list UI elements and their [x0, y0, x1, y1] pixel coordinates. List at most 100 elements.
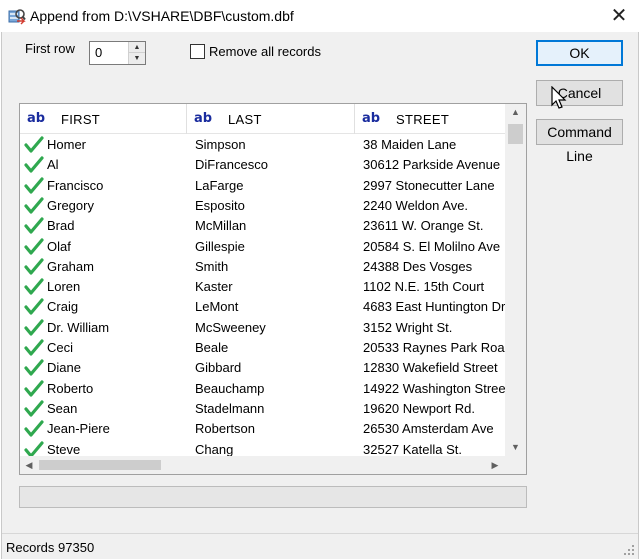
cell-street[interactable]: 20533 Raynes Park Road	[363, 338, 505, 358]
cell-last[interactable]: Esposito	[195, 196, 353, 216]
cell-street[interactable]: 4683 East Huntington Dr	[363, 297, 505, 317]
check-icon	[24, 197, 44, 214]
first-name-value: Al	[47, 157, 59, 173]
cell-last[interactable]: LaFarge	[195, 176, 353, 196]
column-header-street[interactable]: ab STREET	[355, 104, 505, 134]
status-bar: Records 97350	[2, 533, 638, 559]
table-row[interactable]: Graham Smith 24388 Des Vosges	[20, 257, 505, 277]
cell-street[interactable]: 24388 Des Vosges	[363, 257, 505, 277]
cell-last[interactable]: McMillan	[195, 216, 353, 236]
check-icon	[24, 258, 44, 275]
cell-first[interactable]: Jean-Piere	[20, 419, 187, 439]
cell-street[interactable]: 2997 Stonecutter Lane	[363, 176, 505, 196]
table-row[interactable]: Roberto Beauchamp 14922 Washington Street	[20, 379, 505, 399]
table-row[interactable]: Al DiFrancesco 30612 Parkside Avenue	[20, 155, 505, 175]
cell-first[interactable]: Gregory	[20, 196, 187, 216]
scroll-left-icon[interactable]: ◀	[20, 456, 38, 474]
table-row[interactable]: Homer Simpson 38 Maiden Lane	[20, 135, 505, 155]
check-icon	[24, 278, 44, 295]
cell-street[interactable]: 1102 N.E. 15th Court	[363, 277, 505, 297]
cell-first[interactable]: Graham	[20, 257, 187, 277]
cell-street[interactable]: 3152 Wright St.	[363, 318, 505, 338]
first-name-value: Brad	[47, 218, 75, 234]
vertical-scroll-thumb[interactable]	[508, 124, 523, 144]
cell-first[interactable]: Roberto	[20, 379, 187, 399]
cell-street[interactable]: 12830 Wakefield Street	[363, 358, 505, 378]
stepper-down-icon[interactable]: ▼	[129, 53, 145, 64]
first-name-value: Francisco	[47, 177, 104, 193]
cell-last[interactable]: Robertson	[195, 419, 353, 439]
dialog-body: First row 0 ▲ ▼ Remove all records OK Ca…	[1, 32, 639, 559]
cell-first[interactable]: Homer	[20, 135, 187, 155]
cell-last[interactable]: Stadelmann	[195, 399, 353, 419]
cell-last[interactable]: Beauchamp	[195, 379, 353, 399]
cell-street[interactable]: 20584 S. El Molilno Ave	[363, 237, 505, 257]
vertical-scrollbar[interactable]: ▲ ▼	[505, 104, 526, 456]
resize-grip-icon[interactable]	[623, 544, 635, 556]
cell-first[interactable]: Sean	[20, 399, 187, 419]
table-row[interactable]: Dr. William McSweeney 3152 Wright St.	[20, 318, 505, 338]
cell-first[interactable]: Olaf	[20, 237, 187, 257]
cell-first[interactable]: Brad	[20, 216, 187, 236]
cell-first[interactable]: Loren	[20, 277, 187, 297]
table-row[interactable]: Olaf Gillespie 20584 S. El Molilno Ave	[20, 237, 505, 257]
check-icon	[24, 359, 44, 376]
horizontal-scroll-thumb[interactable]	[39, 460, 161, 470]
cell-first[interactable]: Al	[20, 155, 187, 175]
cell-last[interactable]: Smith	[195, 257, 353, 277]
table-row[interactable]: Diane Gibbard 12830 Wakefield Street	[20, 358, 505, 378]
first-row-value[interactable]: 0	[95, 45, 102, 60]
table-row[interactable]: Craig LeMont 4683 East Huntington Dr	[20, 297, 505, 317]
first-row-stepper[interactable]: 0 ▲ ▼	[89, 41, 146, 65]
check-icon	[24, 156, 44, 173]
cell-street[interactable]: 38 Maiden Lane	[363, 135, 505, 155]
cell-last[interactable]: Gillespie	[195, 237, 353, 257]
cancel-button[interactable]: Cancel	[536, 80, 623, 106]
scroll-down-icon[interactable]: ▼	[505, 439, 526, 456]
scroll-up-icon[interactable]: ▲	[505, 104, 526, 121]
cell-street[interactable]: 2240 Weldon Ave.	[363, 196, 505, 216]
cell-street[interactable]: 23611 W. Orange St.	[363, 216, 505, 236]
table-row[interactable]: Sean Stadelmann 19620 Newport Rd.	[20, 399, 505, 419]
column-header-last[interactable]: ab LAST	[187, 104, 355, 134]
cell-first[interactable]: Francisco	[20, 176, 187, 196]
table-row[interactable]: Loren Kaster 1102 N.E. 15th Court	[20, 277, 505, 297]
table-row[interactable]: Gregory Esposito 2240 Weldon Ave.	[20, 196, 505, 216]
table-row[interactable]: Ceci Beale 20533 Raynes Park Road	[20, 338, 505, 358]
table-row[interactable]: Francisco LaFarge 2997 Stonecutter Lane	[20, 176, 505, 196]
close-icon[interactable]: ✕	[604, 3, 634, 29]
grid-header: ab FIRST ab LAST ab STREET	[20, 104, 505, 134]
cell-street[interactable]: 19620 Newport Rd.	[363, 399, 505, 419]
cell-first[interactable]: Ceci	[20, 338, 187, 358]
table-row[interactable]: Brad McMillan 23611 W. Orange St.	[20, 216, 505, 236]
first-name-value: Diane	[47, 360, 81, 376]
check-icon	[24, 217, 44, 234]
cell-last[interactable]: Gibbard	[195, 358, 353, 378]
cell-street[interactable]: 30612 Parkside Avenue	[363, 155, 505, 175]
scroll-right-icon[interactable]: ▶	[486, 456, 504, 474]
cell-last[interactable]: LeMont	[195, 297, 353, 317]
check-icon	[24, 379, 44, 397]
horizontal-scrollbar[interactable]: ◀ ▶	[20, 456, 505, 474]
first-name-value: Craig	[47, 299, 79, 315]
cell-first[interactable]: Diane	[20, 358, 187, 378]
cell-first[interactable]: Craig	[20, 297, 187, 317]
ok-button[interactable]: OK	[536, 40, 623, 66]
cell-street[interactable]: 14922 Washington Street	[363, 379, 505, 399]
first-name-value: Graham	[47, 258, 94, 274]
cell-last[interactable]: Kaster	[195, 277, 353, 297]
cell-last[interactable]: McSweeney	[195, 318, 353, 338]
remove-all-label[interactable]: Remove all records	[209, 44, 321, 59]
records-grid[interactable]: ab FIRST ab LAST ab STREET Homer Simpson 3…	[19, 103, 527, 475]
cell-last[interactable]: Simpson	[195, 135, 353, 155]
table-row[interactable]: Jean-Piere Robertson 26530 Amsterdam Ave	[20, 419, 505, 439]
cell-first[interactable]: Dr. William	[20, 318, 187, 338]
stepper-up-icon[interactable]: ▲	[129, 42, 145, 53]
column-header-first[interactable]: ab FIRST	[20, 104, 187, 134]
command-line-button[interactable]: Command Line	[536, 119, 623, 164]
first-name-value: Jean-Piere	[47, 421, 110, 437]
remove-all-checkbox[interactable]	[190, 44, 205, 59]
cell-last[interactable]: DiFrancesco	[195, 155, 353, 175]
cell-street[interactable]: 26530 Amsterdam Ave	[363, 419, 505, 439]
cell-last[interactable]: Beale	[195, 338, 353, 358]
